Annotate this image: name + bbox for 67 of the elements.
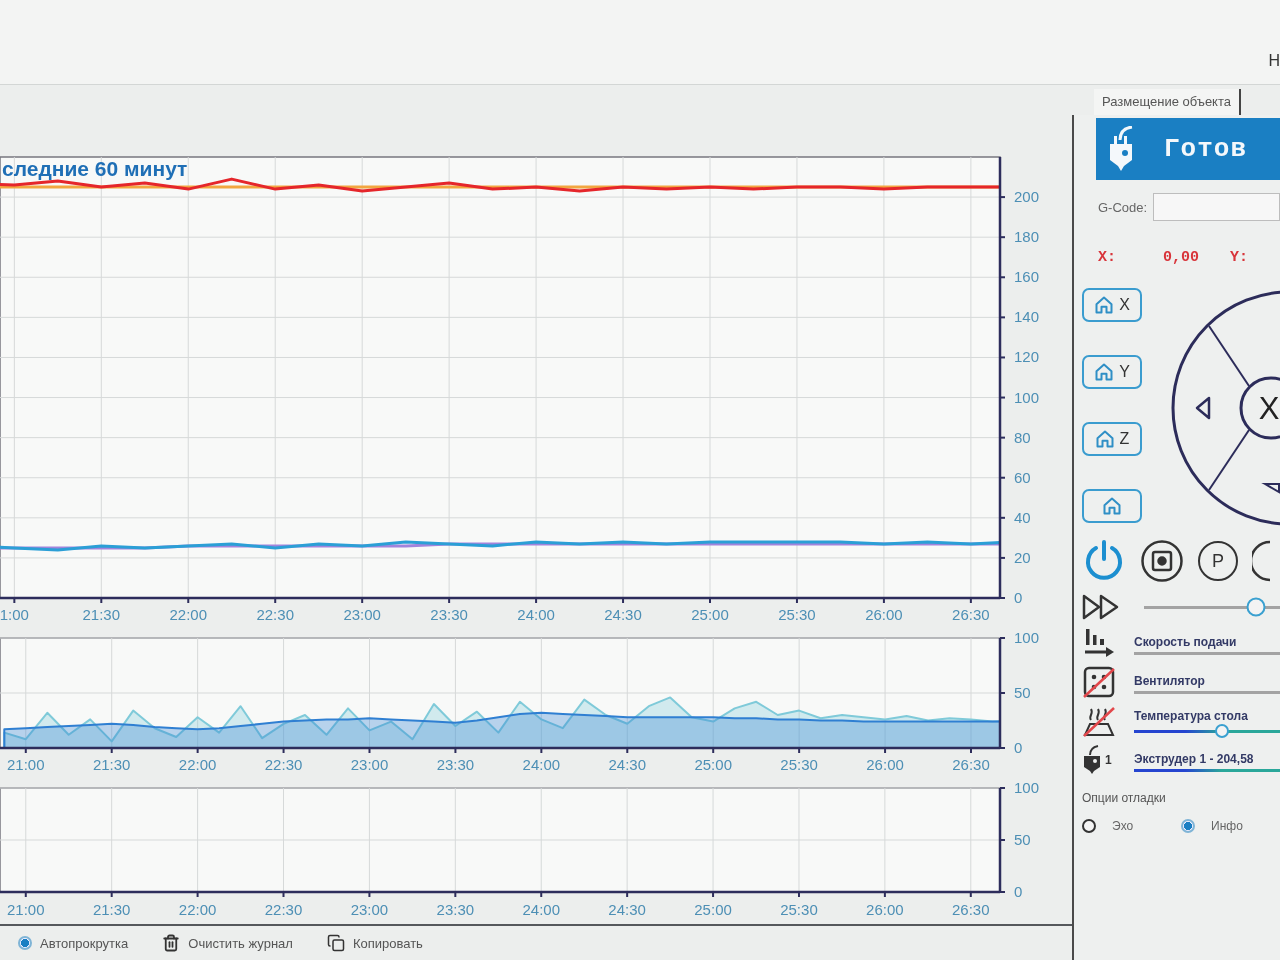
axis-tick-label: 23:30: [436, 901, 475, 918]
axis-tick-label: 26:30: [952, 756, 990, 773]
axis-tick-label: 200: [1014, 188, 1040, 206]
axis-tick-label: 24:30: [608, 756, 647, 773]
axis-tick-label: 100: [1014, 388, 1040, 406]
coordinate-label: Y:: [1230, 249, 1249, 266]
axis-tick-label: 25:00: [694, 901, 732, 918]
axis-tick-label: 120: [1014, 348, 1040, 366]
slider-label: Экструдер 1 - 204,58: [1134, 751, 1255, 766]
axis-tick-label: 100: [1014, 779, 1040, 796]
axis-tick-label: 24:00: [522, 756, 561, 773]
slider-label: Температура стола: [1134, 708, 1249, 723]
axis-tick-label: 25:30: [780, 756, 818, 773]
menu-text: Н: [1268, 52, 1280, 70]
coordinate-label: X:: [1098, 249, 1117, 266]
axis-tick-label: 80: [1014, 428, 1031, 446]
axis-tick-label: 50: [1014, 831, 1031, 848]
axis-tick-label: 26:00: [866, 901, 904, 918]
axis-tick-label: 22:00: [178, 756, 217, 773]
axis-tick-label: 0: [1014, 589, 1023, 606]
extruder-number: 1: [1105, 752, 1112, 767]
axis-tick-label: 1:00: [0, 606, 29, 623]
axis-tick-label: 23:00: [343, 606, 381, 623]
axis-tick-label: 26:00: [866, 756, 904, 773]
axis-tick-label: 40: [1014, 508, 1031, 526]
axis-tick-label: 60: [1014, 468, 1031, 486]
axis-tick-label: 25:30: [780, 901, 818, 918]
axis-tick-label: 21:30: [92, 756, 131, 773]
axis-tick-label: 26:30: [952, 901, 990, 918]
status-text: Готов: [1164, 134, 1247, 164]
axis-tick-label: 22:00: [169, 606, 208, 623]
coordinate-value: 0,00: [1163, 249, 1200, 266]
axis-tick-label: 22:00: [178, 901, 217, 918]
axis-tick-label: 23:30: [436, 756, 475, 773]
axis-tick-label: 22:30: [264, 901, 303, 918]
slider-label: Скорость подачи: [1134, 634, 1238, 649]
axis-tick-label: 21:30: [82, 606, 121, 623]
axis-tick-label: 24:30: [608, 901, 646, 918]
axis-tick-label: 21:30: [92, 901, 131, 918]
axis-tick-label: 140: [1014, 308, 1040, 326]
axis-tick-label: 26:00: [865, 606, 903, 623]
axis-tick-label: 21:00: [7, 756, 45, 773]
axis-tick-label: 26:30: [952, 606, 990, 623]
axis-tick-label: 25:00: [694, 756, 732, 773]
axis-tick-label: 24:00: [522, 901, 560, 918]
axis-tick-label: 24:30: [604, 606, 642, 623]
axis-tick-label: 25:00: [691, 606, 729, 623]
axis-tick-label: 160: [1014, 268, 1040, 286]
axis-tick-label: 0: [1014, 739, 1023, 756]
axis-tick-label: 25:30: [778, 606, 816, 623]
axis-tick-label: 20: [1014, 548, 1031, 566]
slider-label: Вентилятор: [1134, 673, 1206, 688]
jog-center-label: X: [1258, 391, 1280, 426]
axis-tick-label: 22:30: [256, 606, 294, 623]
axis-tick-label: 100: [1014, 629, 1040, 646]
axis-tick-label: 23:30: [430, 606, 468, 623]
axis-tick-label: 23:00: [350, 901, 389, 918]
axis-tick-label: 23:00: [350, 756, 389, 773]
axis-tick-label: 24:00: [517, 606, 555, 623]
gcode-label: G-Code:: [1098, 199, 1148, 215]
debug-options-label: Опции отладки: [1082, 791, 1167, 805]
axis-tick-label: 21:00: [7, 901, 45, 918]
chart-title: следние 60 минут: [2, 157, 188, 180]
axis-tick-label: 180: [1014, 228, 1040, 246]
axis-tick-label: 0: [1014, 883, 1023, 900]
axis-tick-label: 50: [1014, 684, 1031, 701]
axis-tick-label: 22:30: [264, 756, 303, 773]
